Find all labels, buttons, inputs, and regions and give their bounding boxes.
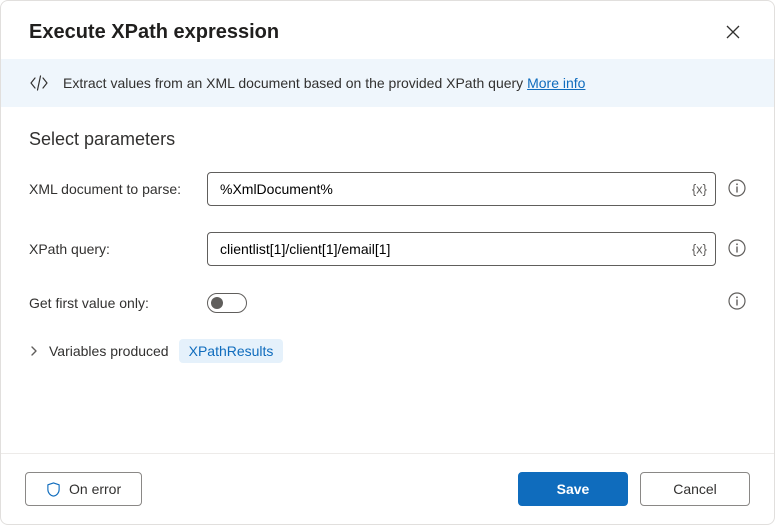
banner-text: Extract values from an XML document base…	[63, 75, 585, 91]
cancel-label: Cancel	[673, 481, 717, 497]
dialog-footer: On error Save Cancel	[1, 453, 774, 524]
field-xml-document: XML document to parse: {x}	[29, 172, 746, 206]
xpath-query-input[interactable]	[218, 240, 677, 258]
variables-produced-label: Variables produced	[49, 343, 169, 359]
footer-right: Save Cancel	[518, 472, 750, 506]
first-value-only-toggle[interactable]	[207, 293, 247, 313]
info-banner: Extract values from an XML document base…	[1, 59, 774, 107]
variable-chip[interactable]: XPathResults	[179, 339, 284, 363]
code-icon	[29, 73, 49, 93]
toggle-knob	[211, 297, 223, 309]
info-icon[interactable]	[728, 179, 746, 200]
variables-produced-row: Variables produced XPathResults	[29, 339, 746, 363]
xpath-query-input-wrap[interactable]: {x}	[207, 232, 716, 266]
on-error-button[interactable]: On error	[25, 472, 142, 506]
xml-document-input[interactable]	[218, 180, 677, 198]
banner-description: Extract values from an XML document base…	[63, 75, 523, 91]
variable-token-button[interactable]: {x}	[692, 242, 707, 257]
info-icon[interactable]	[728, 239, 746, 260]
field-first-value-only: Get first value only:	[29, 292, 746, 313]
xpath-query-label: XPath query:	[29, 241, 207, 257]
field-xpath-query: XPath query: {x}	[29, 232, 746, 266]
on-error-label: On error	[69, 481, 121, 497]
dialog-body: Select parameters XML document to parse:…	[1, 107, 774, 453]
save-button[interactable]: Save	[518, 472, 628, 506]
chevron-right-icon[interactable]	[29, 343, 39, 359]
shield-icon	[46, 482, 61, 497]
xml-document-label: XML document to parse:	[29, 181, 207, 197]
execute-xpath-dialog: Execute XPath expression Extract values …	[0, 0, 775, 525]
save-label: Save	[557, 481, 590, 497]
close-icon	[726, 25, 740, 39]
info-icon[interactable]	[728, 292, 746, 313]
cancel-button[interactable]: Cancel	[640, 472, 750, 506]
xml-document-input-wrap[interactable]: {x}	[207, 172, 716, 206]
dialog-title: Execute XPath expression	[29, 21, 279, 44]
dialog-header: Execute XPath expression	[1, 1, 774, 59]
variable-token-button[interactable]: {x}	[692, 182, 707, 197]
close-button[interactable]	[720, 19, 746, 45]
section-title: Select parameters	[29, 129, 746, 150]
first-value-only-label: Get first value only:	[29, 295, 207, 311]
more-info-link[interactable]: More info	[527, 75, 585, 91]
